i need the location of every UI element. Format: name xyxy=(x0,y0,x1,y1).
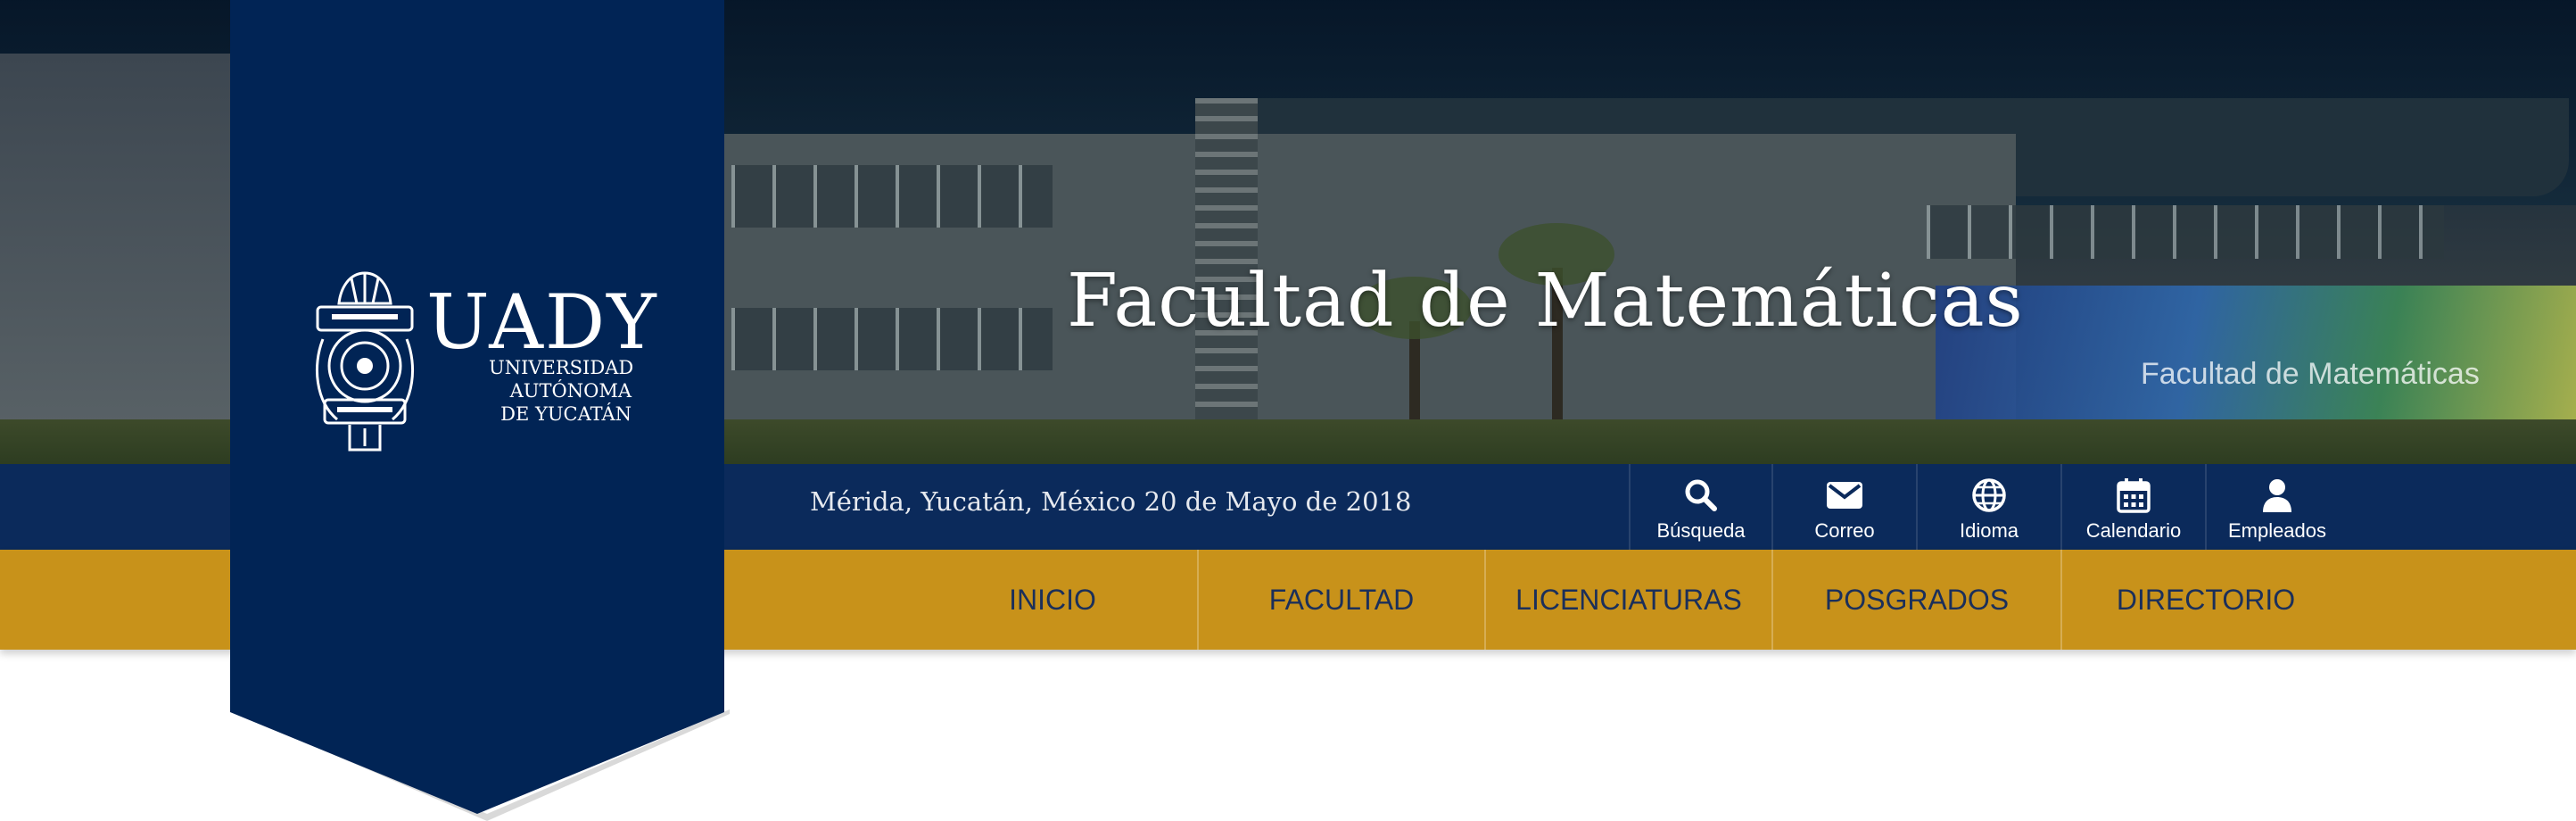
mail-label: Correo xyxy=(1814,519,1875,542)
language-label: Idioma xyxy=(1959,519,2019,542)
search-icon xyxy=(1682,477,1720,514)
nav-item-facultad[interactable]: FACULTAD xyxy=(1197,550,1484,650)
nav-item-licenciaturas[interactable]: LICENCIATURAS xyxy=(1484,550,1771,650)
calendar-button[interactable]: Calendario xyxy=(2060,464,2205,550)
mail-button[interactable]: Correo xyxy=(1771,464,1916,550)
date-text: Mérida, Yucatán, México 20 de Mayo de 20… xyxy=(810,486,1412,517)
hero-windows xyxy=(1927,205,2444,259)
logo-uady-text[interactable]: UADY xyxy=(426,278,658,366)
hero-wall xyxy=(0,54,232,464)
language-button[interactable]: Idioma xyxy=(1916,464,2060,550)
search-label: Búsqueda xyxy=(1656,519,1746,542)
nav-item-directorio[interactable]: DIRECTORIO xyxy=(2060,550,2349,650)
logo-subtitle-line3: DE YUCATÁN xyxy=(500,403,632,425)
nav-item-inicio[interactable]: INICIO xyxy=(908,550,1197,650)
calendar-icon xyxy=(2115,477,2152,514)
employees-label: Empleados xyxy=(2227,519,2327,542)
search-button[interactable]: Búsqueda xyxy=(1629,464,1771,550)
hero-mural-text: Facultad de Matemáticas xyxy=(2141,357,2480,391)
page-title: Facultad de Matemáticas xyxy=(1067,259,2024,344)
hero-windows xyxy=(731,308,1053,370)
user-icon xyxy=(2258,477,2296,514)
globe-icon xyxy=(1970,477,2008,514)
employees-button[interactable]: Empleados xyxy=(2205,464,2348,550)
logo-subtitle-line1: UNIVERSIDAD xyxy=(489,357,634,378)
calendar-label: Calendario xyxy=(2085,519,2182,542)
logo-subtitle-line2: AUTÓNOMA xyxy=(509,380,632,402)
mail-icon xyxy=(1826,477,1863,514)
uady-seal-icon[interactable] xyxy=(305,268,425,453)
hero-windows xyxy=(731,165,1053,228)
nav-item-posgrados[interactable]: POSGRADOS xyxy=(1771,550,2060,650)
hero-mural xyxy=(1936,286,2576,419)
